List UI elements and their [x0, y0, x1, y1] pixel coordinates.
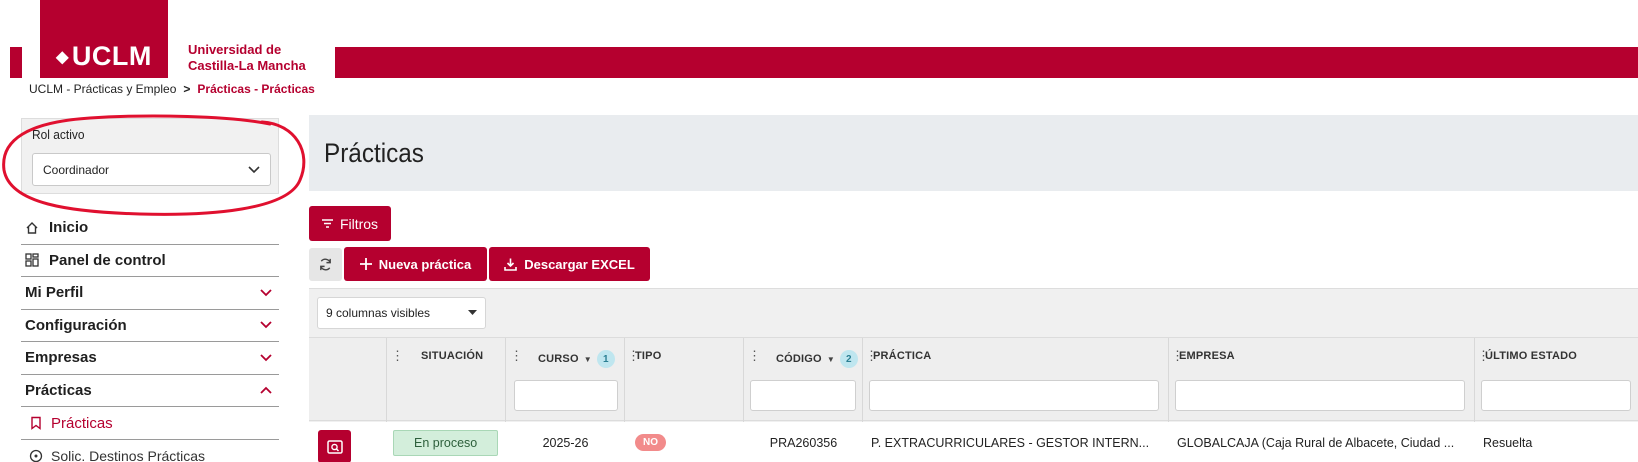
status-badge: En proceso [393, 429, 499, 456]
sidebar-item-label: Configuración [25, 316, 127, 334]
logo-text: UCLM [71, 41, 152, 71]
role-label: Rol activo [32, 127, 85, 142]
university-name: Universidad de Castilla-La Mancha [188, 42, 306, 73]
practica-filter-input[interactable] [869, 380, 1159, 411]
chevron-down-icon [260, 354, 272, 362]
column-header-empresa[interactable]: ⋮ EMPRESA [1169, 338, 1475, 422]
sort-desc-icon: ▼ [826, 354, 835, 364]
sidebar-subitem-label: Solic. Destinos Prácticas [51, 447, 206, 462]
breadcrumb-current: Prácticas - Prácticas [197, 82, 315, 96]
filters-button[interactable]: Filtros [309, 206, 391, 241]
table-row[interactable]: En proceso 2025-26 NO PRA260356 P. EXTRA… [309, 422, 1638, 462]
logo-emblem-icon: ◆ [56, 48, 69, 66]
codigo-filter-input[interactable] [750, 380, 856, 411]
breadcrumb-root-link[interactable]: UCLM - Prácticas y Empleo [29, 82, 176, 96]
location-icon [29, 449, 43, 462]
table-header-row: ⋮ SITUACIÓN ⋮ CURSO ▼ 1 ⋮ TIPO ⋮ CÓDIGO … [309, 337, 1638, 422]
estado-cell: Resuelta [1483, 435, 1533, 450]
caret-down-icon [468, 310, 477, 315]
column-header-practica[interactable]: ⋮ PRÁCTICA [863, 338, 1169, 422]
practica-cell: P. EXTRACURRICULARES - GESTOR INTERN... [871, 435, 1150, 450]
column-header-curso[interactable]: ⋮ CURSO ▼ 1 [506, 338, 625, 422]
sidebar-item-label: Inicio [49, 219, 89, 237]
sidebar-subitem-destinos[interactable]: Solic. Destinos Prácticas [21, 439, 279, 462]
header-stripe-right [335, 47, 1638, 78]
sidebar-item-empresas[interactable]: Empresas [21, 342, 279, 375]
sidebar-item-label: Prácticas [25, 381, 92, 399]
curso-cell: 2025-26 [542, 435, 589, 450]
column-header-actions [309, 338, 387, 422]
uclm-logo[interactable]: ◆ UCLM [40, 0, 168, 78]
sidebar-item-mi-perfil[interactable]: Mi Perfil [21, 277, 279, 310]
column-menu-icon[interactable]: ⋮ [748, 348, 761, 364]
empresa-filter-input[interactable] [1175, 380, 1465, 411]
chevron-down-icon [248, 165, 260, 173]
page-title-bar: Prácticas [309, 115, 1638, 191]
header-stripe-left [10, 47, 22, 78]
sort-order-badge: 1 [596, 350, 615, 368]
practices-grid: 9 columnas visibles ⋮ SITUACIÓN ⋮ CURSO … [309, 288, 1638, 462]
curso-filter-input[interactable] [514, 380, 618, 411]
role-select[interactable]: Coordinador [32, 153, 271, 186]
tipo-badge: NO [635, 434, 666, 451]
visible-columns-value: 9 columnas visibles [326, 306, 431, 320]
view-details-icon [326, 439, 343, 454]
empresa-cell: GLOBALCAJA (Caja Rural de Albacete, Ciud… [1177, 435, 1455, 450]
filter-icon [321, 219, 333, 228]
breadcrumb-separator: > [183, 82, 191, 96]
sidebar-subitem-practicas[interactable]: Prácticas [21, 407, 279, 439]
sidebar-item-practicas[interactable]: Prácticas [21, 375, 279, 407]
column-menu-icon[interactable]: ⋮ [510, 348, 523, 364]
chevron-down-icon [260, 321, 272, 329]
sidebar-nav: Inicio Panel de control Mi Perfil Config… [21, 212, 279, 462]
page-title: Prácticas [324, 137, 424, 168]
bookmark-icon [31, 416, 41, 430]
sidebar-item-configuracion[interactable]: Configuración [21, 310, 279, 342]
codigo-cell: PRA260356 [769, 435, 838, 450]
refresh-icon [320, 258, 331, 271]
chevron-down-icon [260, 289, 272, 297]
sidebar-item-inicio[interactable]: Inicio [21, 212, 279, 245]
estado-filter-input[interactable] [1481, 380, 1631, 411]
download-icon [504, 258, 518, 271]
sidebar-item-label: Mi Perfil [25, 284, 84, 302]
column-header-ultimo-estado[interactable]: ⋮ ÚLTIMO ESTADO [1475, 338, 1638, 422]
sort-desc-icon: ▼ [583, 354, 592, 364]
breadcrumb: UCLM - Prácticas y Empleo > Prácticas - … [29, 82, 315, 96]
role-select-value: Coordinador [43, 162, 110, 177]
column-header-tipo[interactable]: ⋮ TIPO [625, 338, 744, 422]
new-practice-button[interactable]: Nueva práctica [344, 247, 487, 281]
column-header-codigo[interactable]: ⋮ CÓDIGO ▼ 2 [744, 338, 863, 422]
role-panel: Rol activo Coordinador [21, 118, 279, 194]
column-header-situacion[interactable]: ⋮ SITUACIÓN [387, 338, 506, 422]
view-practice-button[interactable] [318, 430, 351, 462]
plus-icon [359, 258, 372, 270]
sidebar-item-panel-control[interactable]: Panel de control [21, 245, 279, 277]
sort-order-badge: 2 [839, 350, 858, 368]
dashboard-icon [25, 253, 39, 267]
chevron-up-icon [260, 386, 272, 394]
sidebar-item-label: Empresas [25, 349, 97, 367]
sidebar-item-label: Panel de control [49, 251, 166, 269]
download-excel-button[interactable]: Descargar EXCEL [489, 247, 650, 281]
column-menu-icon[interactable]: ⋮ [391, 348, 404, 364]
visible-columns-select[interactable]: 9 columnas visibles [317, 297, 486, 329]
home-icon [26, 221, 38, 234]
refresh-button[interactable] [309, 248, 342, 281]
sidebar-subitem-label: Prácticas [51, 414, 113, 432]
